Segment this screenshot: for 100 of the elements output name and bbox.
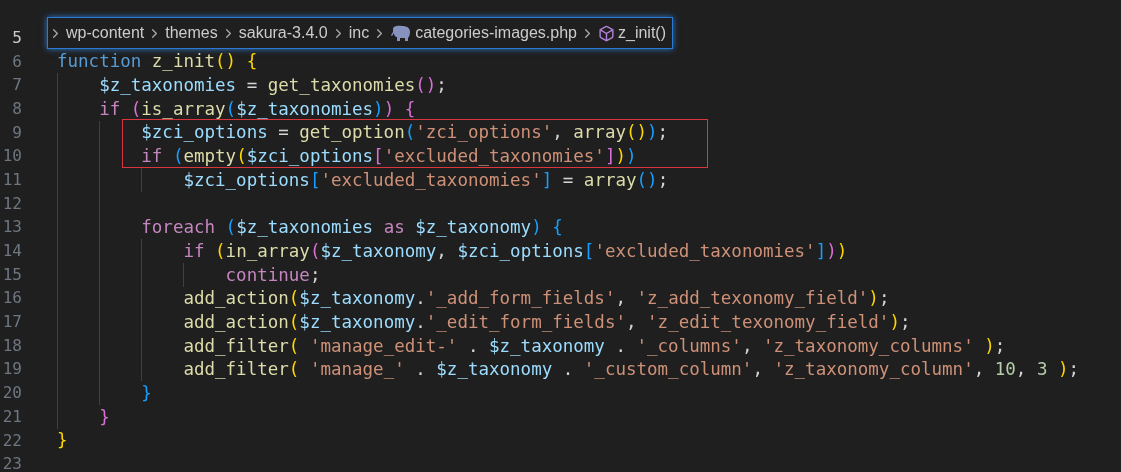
code-token: ( <box>236 145 247 169</box>
line-number: 19 <box>1 358 22 381</box>
code-token: , <box>626 310 638 334</box>
code-token: ) <box>636 121 648 145</box>
code-token: ( <box>214 239 226 263</box>
code-token: add_action <box>182 287 289 311</box>
code-token: ( <box>171 145 184 169</box>
code-token: $z_taxonomy <box>320 239 437 263</box>
line-number: 11 <box>1 168 22 191</box>
code-token: '_add_form_fields' <box>425 287 616 311</box>
code-token: , <box>973 358 986 382</box>
code-token: } <box>140 382 152 406</box>
code-token: array <box>573 121 626 145</box>
code-token: ; <box>878 287 890 311</box>
code-token: ( <box>404 121 416 145</box>
line-number: 8 <box>11 97 22 120</box>
code-token: add_action <box>182 310 289 334</box>
code-token: 'manage_' <box>308 358 405 382</box>
code-token: = <box>277 121 290 145</box>
code-token: = <box>245 74 259 98</box>
code-token: '_custom_column' <box>583 358 753 382</box>
code-token: , <box>1015 358 1028 382</box>
code-token: ( <box>215 50 226 74</box>
code-token: ( <box>415 74 426 98</box>
breadcrumb-item[interactable]: themes <box>165 21 218 45</box>
code-token: ; <box>436 74 447 98</box>
code-token: '_edit_form_fields' <box>425 310 626 334</box>
code-token: ) <box>531 216 542 240</box>
code-token: ( <box>625 121 637 145</box>
code-token: { <box>551 216 563 240</box>
code-token: ] <box>815 239 827 263</box>
code-token: foreach <box>140 216 216 240</box>
code-token: ; <box>994 334 1006 358</box>
code-token: array <box>583 168 637 192</box>
breadcrumb-item[interactable]: categories-images.php <box>415 21 577 45</box>
code-token: ) <box>425 74 437 98</box>
line-number: 23 <box>1 453 22 472</box>
code-token: 'manage_edit-' <box>308 334 458 358</box>
code-token: ( <box>636 168 648 192</box>
line-number: 15 <box>1 263 22 286</box>
code-token: function <box>57 50 142 74</box>
code-token: $zci_options <box>140 121 268 145</box>
code-token: . <box>415 287 426 311</box>
code-token: 'z_taxonomy_column' <box>773 358 974 382</box>
breadcrumb-item[interactable]: wp-content <box>66 21 145 45</box>
breadcrumb-item[interactable]: z_init() <box>618 21 666 45</box>
elephant-icon <box>390 25 413 41</box>
code-token: . <box>561 358 575 382</box>
code-token: } <box>98 405 110 429</box>
code-token: ) <box>647 168 658 192</box>
code-token: $z_taxonomy <box>414 216 532 240</box>
code-token: 'excluded_taxonomies' <box>383 145 605 169</box>
code-token: $z_taxonomy <box>489 334 605 358</box>
code-token: . <box>414 358 427 382</box>
code-token: , <box>436 239 448 263</box>
code-token: ] <box>604 145 616 169</box>
code-token: in_array <box>225 239 310 263</box>
breadcrumb-item[interactable]: sakura-3.4.0 <box>238 21 328 45</box>
code-token: ( <box>288 310 300 334</box>
code-token: , <box>741 334 754 358</box>
code-token: ) <box>1057 358 1069 382</box>
code-token: 'z_taxonomy_columns' <box>762 334 974 358</box>
code-token: , <box>615 287 627 311</box>
breadcrumb-item[interactable]: inc <box>348 21 370 45</box>
code-token: . <box>415 310 426 334</box>
code-token: ) <box>615 145 626 169</box>
code-token: $zci_options <box>182 168 310 192</box>
code-token: 'excluded_taxonomies' <box>320 168 542 192</box>
code-token: ; <box>657 121 669 145</box>
code-token: , <box>552 121 564 145</box>
line-number: 14 <box>1 240 22 263</box>
code-token: ) <box>836 239 848 263</box>
code-token: $z_taxonomy <box>299 287 416 311</box>
code-token: ; <box>899 310 911 334</box>
code-token: ( <box>224 216 237 240</box>
code-token: $z_taxonomy <box>299 310 416 334</box>
code-token: . <box>466 334 480 358</box>
code-token: { <box>403 97 416 121</box>
code-token: ; <box>309 263 321 287</box>
code-token: 'zci_options' <box>415 121 553 145</box>
line-number: 18 <box>1 334 22 357</box>
code-token: 'excluded_taxonomies' <box>594 239 816 263</box>
code-token: } <box>57 429 68 453</box>
code-token: if <box>140 145 163 169</box>
line-number: 16 <box>1 287 22 310</box>
code-token: continue <box>224 263 310 287</box>
code-token: get_option <box>299 121 405 145</box>
code-token: ( <box>288 287 300 311</box>
code-token: 3 <box>1036 358 1048 382</box>
line-number: 20 <box>1 382 22 405</box>
code-token: is_array <box>141 97 226 121</box>
code-token: $z_taxonomies <box>236 97 374 121</box>
code-token: add_filter <box>182 334 289 358</box>
code-token: ; <box>1068 358 1080 382</box>
code-token: empty <box>183 145 237 169</box>
code-token: ) <box>626 145 637 169</box>
code-token: if <box>182 239 205 263</box>
code-token: $z_taxonomies <box>98 74 237 98</box>
code-token: if <box>98 97 121 121</box>
code-token: ( <box>225 97 237 121</box>
